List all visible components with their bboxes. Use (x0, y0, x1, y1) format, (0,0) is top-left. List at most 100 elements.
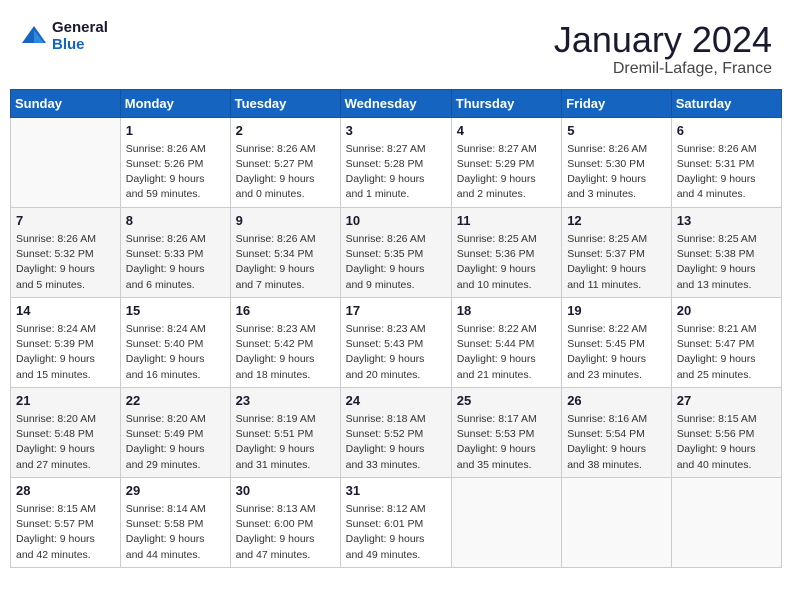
calendar-cell (11, 117, 121, 207)
calendar-cell: 9 Sunrise: 8:26 AMSunset: 5:34 PMDaylight… (230, 207, 340, 297)
calendar-cell: 24Sunrise: 8:18 AMSunset: 5:52 PMDayligh… (340, 387, 451, 477)
calendar-cell: 20Sunrise: 8:21 AMSunset: 5:47 PMDayligh… (671, 297, 781, 387)
day-number: 26 (567, 392, 666, 410)
calendar-cell: 14 Sunrise: 8:24 AMSunset: 5:39 PMDayligh… (11, 297, 121, 387)
day-number: 20 (677, 302, 776, 320)
calendar-cell: 6 Sunrise: 8:26 AMSunset: 5:31 PMDaylight… (671, 117, 781, 207)
day-info: Sunrise: 8:27 AMSunset: 5:28 PMDaylight:… (346, 142, 446, 203)
header-row: SundayMondayTuesdayWednesdayThursdayFrid… (11, 89, 782, 117)
day-number: 19 (567, 302, 666, 320)
day-number: 14 (16, 302, 115, 320)
day-info: Sunrise: 8:25 AMSunset: 5:38 PMDaylight:… (677, 232, 776, 293)
day-info: Sunrise: 8:26 AMSunset: 5:34 PMDaylight:… (236, 232, 335, 293)
day-info: Sunrise: 8:16 AMSunset: 5:54 PMDaylight:… (567, 412, 666, 473)
header-day-tuesday: Tuesday (230, 89, 340, 117)
day-number: 23 (236, 392, 335, 410)
day-info: Sunrise: 8:22 AMSunset: 5:44 PMDaylight:… (457, 322, 556, 383)
day-info: Sunrise: 8:15 AMSunset: 5:56 PMDaylight:… (677, 412, 776, 473)
logo: General Blue (20, 20, 108, 53)
day-info: Sunrise: 8:17 AMSunset: 5:53 PMDaylight:… (457, 412, 556, 473)
calendar-cell: 4 Sunrise: 8:27 AMSunset: 5:29 PMDaylight… (451, 117, 561, 207)
day-info: Sunrise: 8:18 AMSunset: 5:52 PMDaylight:… (346, 412, 446, 473)
day-info: Sunrise: 8:23 AMSunset: 5:43 PMDaylight:… (346, 322, 446, 383)
day-info: Sunrise: 8:26 AMSunset: 5:30 PMDaylight:… (567, 142, 666, 203)
calendar-cell: 21 Sunrise: 8:20 AMSunset: 5:48 PMDayligh… (11, 387, 121, 477)
day-info: Sunrise: 8:26 AMSunset: 5:33 PMDaylight:… (126, 232, 225, 293)
day-info: Sunrise: 8:19 AMSunset: 5:51 PMDaylight:… (236, 412, 335, 473)
day-number: 10 (346, 212, 446, 230)
day-info: Sunrise: 8:26 AMSunset: 5:31 PMDaylight:… (677, 142, 776, 203)
day-info: Sunrise: 8:20 AMSunset: 5:49 PMDaylight:… (126, 412, 225, 473)
calendar-cell: 12 Sunrise: 8:25 AMSunset: 5:37 PMDayligh… (562, 207, 672, 297)
calendar-cell: 18 Sunrise: 8:22 AMSunset: 5:44 PMDayligh… (451, 297, 561, 387)
calendar-cell (671, 477, 781, 567)
page-header: General Blue January 2024 Dremil-Lafage,… (10, 10, 782, 83)
calendar-cell: 28Sunrise: 8:15 AMSunset: 5:57 PMDayligh… (11, 477, 121, 567)
day-number: 3 (346, 122, 446, 140)
calendar-cell: 3 Sunrise: 8:27 AMSunset: 5:28 PMDaylight… (340, 117, 451, 207)
day-info: Sunrise: 8:12 AMSunset: 6:01 PMDaylight:… (346, 502, 446, 563)
calendar-cell: 25 Sunrise: 8:17 AMSunset: 5:53 PMDayligh… (451, 387, 561, 477)
day-info: Sunrise: 8:24 AMSunset: 5:39 PMDaylight:… (16, 322, 115, 383)
calendar-cell: 31 Sunrise: 8:12 AMSunset: 6:01 PMDayligh… (340, 477, 451, 567)
day-number: 30 (236, 482, 335, 500)
header-day-monday: Monday (120, 89, 230, 117)
calendar-cell: 15Sunrise: 8:24 AMSunset: 5:40 PMDayligh… (120, 297, 230, 387)
calendar-cell: 17 Sunrise: 8:23 AMSunset: 5:43 PMDayligh… (340, 297, 451, 387)
header-day-friday: Friday (562, 89, 672, 117)
day-info: Sunrise: 8:27 AMSunset: 5:29 PMDaylight:… (457, 142, 556, 203)
calendar-cell: 23 Sunrise: 8:19 AMSunset: 5:51 PMDayligh… (230, 387, 340, 477)
day-number: 28 (16, 482, 115, 500)
day-info: Sunrise: 8:13 AMSunset: 6:00 PMDaylight:… (236, 502, 335, 563)
day-info: Sunrise: 8:23 AMSunset: 5:42 PMDaylight:… (236, 322, 335, 383)
day-number: 31 (346, 482, 446, 500)
day-info: Sunrise: 8:22 AMSunset: 5:45 PMDaylight:… (567, 322, 666, 383)
day-number: 13 (677, 212, 776, 230)
calendar-cell: 13 Sunrise: 8:25 AMSunset: 5:38 PMDayligh… (671, 207, 781, 297)
header-day-saturday: Saturday (671, 89, 781, 117)
day-number: 4 (457, 122, 556, 140)
header-day-wednesday: Wednesday (340, 89, 451, 117)
day-number: 16 (236, 302, 335, 320)
day-number: 12 (567, 212, 666, 230)
calendar-body: 1Sunrise: 8:26 AMSunset: 5:26 PMDaylight… (11, 117, 782, 567)
day-number: 9 (236, 212, 335, 230)
day-number: 17 (346, 302, 446, 320)
day-number: 29 (126, 482, 225, 500)
day-number: 6 (677, 122, 776, 140)
calendar-cell: 19 Sunrise: 8:22 AMSunset: 5:45 PMDayligh… (562, 297, 672, 387)
calendar-cell (451, 477, 561, 567)
calendar-cell: 7 Sunrise: 8:26 AMSunset: 5:32 PMDaylight… (11, 207, 121, 297)
calendar-subtitle: Dremil-Lafage, France (554, 60, 772, 78)
week-row-2: 14 Sunrise: 8:24 AMSunset: 5:39 PMDayligh… (11, 297, 782, 387)
calendar-cell: 22 Sunrise: 8:20 AMSunset: 5:49 PMDayligh… (120, 387, 230, 477)
day-number: 11 (457, 212, 556, 230)
week-row-1: 7 Sunrise: 8:26 AMSunset: 5:32 PMDaylight… (11, 207, 782, 297)
day-number: 21 (16, 392, 115, 410)
day-number: 7 (16, 212, 115, 230)
calendar-cell: 1Sunrise: 8:26 AMSunset: 5:26 PMDaylight… (120, 117, 230, 207)
calendar-cell: 8 Sunrise: 8:26 AMSunset: 5:33 PMDaylight… (120, 207, 230, 297)
day-info: Sunrise: 8:20 AMSunset: 5:48 PMDaylight:… (16, 412, 115, 473)
calendar-cell: 27 Sunrise: 8:15 AMSunset: 5:56 PMDayligh… (671, 387, 781, 477)
header-day-thursday: Thursday (451, 89, 561, 117)
title-block: January 2024 Dremil-Lafage, France (554, 20, 772, 78)
day-info: Sunrise: 8:25 AMSunset: 5:37 PMDaylight:… (567, 232, 666, 293)
day-number: 25 (457, 392, 556, 410)
calendar-cell: 16 Sunrise: 8:23 AMSunset: 5:42 PMDayligh… (230, 297, 340, 387)
calendar-header: SundayMondayTuesdayWednesdayThursdayFrid… (11, 89, 782, 117)
day-number: 18 (457, 302, 556, 320)
day-number: 22 (126, 392, 225, 410)
logo-text: General Blue (52, 20, 108, 53)
calendar-cell: 2Sunrise: 8:26 AMSunset: 5:27 PMDaylight… (230, 117, 340, 207)
calendar-cell: 30 Sunrise: 8:13 AMSunset: 6:00 PMDayligh… (230, 477, 340, 567)
logo-icon (20, 23, 48, 51)
calendar-cell (562, 477, 672, 567)
day-number: 27 (677, 392, 776, 410)
day-number: 5 (567, 122, 666, 140)
day-info: Sunrise: 8:25 AMSunset: 5:36 PMDaylight:… (457, 232, 556, 293)
day-info: Sunrise: 8:26 AMSunset: 5:26 PMDaylight:… (126, 142, 225, 203)
day-number: 8 (126, 212, 225, 230)
day-info: Sunrise: 8:26 AMSunset: 5:32 PMDaylight:… (16, 232, 115, 293)
week-row-4: 28Sunrise: 8:15 AMSunset: 5:57 PMDayligh… (11, 477, 782, 567)
